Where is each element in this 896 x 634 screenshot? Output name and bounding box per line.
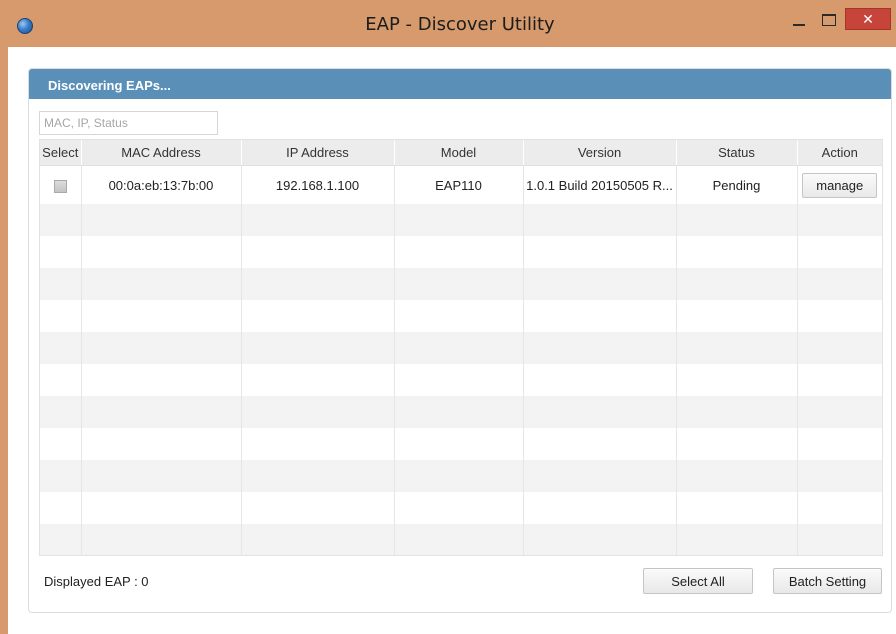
eap-table: Select MAC Address IP Address Model Vers… bbox=[39, 139, 883, 556]
status-cell: Pending bbox=[676, 165, 798, 204]
table-row[interactable]: 00:0a:eb:13:7b:00 192.168.1.100 EAP110 1… bbox=[40, 165, 882, 205]
select-cell bbox=[40, 165, 82, 204]
column-header-action[interactable]: Action bbox=[797, 140, 882, 166]
table-header-row: Select MAC Address IP Address Model Vers… bbox=[40, 140, 882, 166]
table-row bbox=[40, 236, 882, 268]
column-header-select[interactable]: Select bbox=[40, 140, 82, 166]
table-row bbox=[40, 364, 882, 396]
displayed-eap-count: Displayed EAP : 0 bbox=[44, 574, 149, 589]
close-icon[interactable]: ✕ bbox=[845, 8, 891, 30]
client-area: Discovering EAPs... Select MAC Address I… bbox=[8, 47, 896, 634]
ip-cell: 192.168.1.100 bbox=[241, 165, 395, 204]
table-row bbox=[40, 332, 882, 364]
table-row bbox=[40, 492, 882, 524]
mac-cell: 00:0a:eb:13:7b:00 bbox=[81, 165, 242, 204]
maximize-icon[interactable] bbox=[820, 10, 838, 30]
window-title: EAP - Discover Utility bbox=[365, 14, 555, 35]
discover-panel: Discovering EAPs... Select MAC Address I… bbox=[28, 68, 892, 613]
table-row bbox=[40, 268, 882, 300]
column-header-version[interactable]: Version bbox=[523, 140, 677, 166]
column-header-ip[interactable]: IP Address bbox=[241, 140, 395, 166]
table-row bbox=[40, 524, 882, 555]
select-all-button[interactable]: Select All bbox=[643, 568, 753, 594]
table-row bbox=[40, 428, 882, 460]
table-row bbox=[40, 396, 882, 428]
title-bar[interactable]: EAP - Discover Utility ✕ bbox=[0, 0, 896, 47]
app-window: EAP - Discover Utility ✕ Discovering EAP… bbox=[0, 0, 896, 634]
model-cell: EAP110 bbox=[394, 165, 524, 204]
minimize-icon[interactable] bbox=[791, 10, 809, 30]
version-cell: 1.0.1 Build 20150505 R... bbox=[523, 165, 677, 204]
table-row bbox=[40, 204, 882, 236]
action-cell: manage bbox=[797, 166, 882, 205]
panel-header: Discovering EAPs... bbox=[29, 69, 891, 99]
row-checkbox[interactable] bbox=[53, 179, 67, 193]
table-row bbox=[40, 300, 882, 332]
search-input[interactable] bbox=[39, 111, 218, 135]
batch-setting-button[interactable]: Batch Setting bbox=[773, 568, 882, 594]
column-header-status[interactable]: Status bbox=[676, 140, 798, 166]
manage-button[interactable]: manage bbox=[802, 172, 878, 198]
column-header-mac[interactable]: MAC Address bbox=[81, 140, 242, 166]
table-row bbox=[40, 460, 882, 492]
column-header-model[interactable]: Model bbox=[394, 140, 524, 166]
